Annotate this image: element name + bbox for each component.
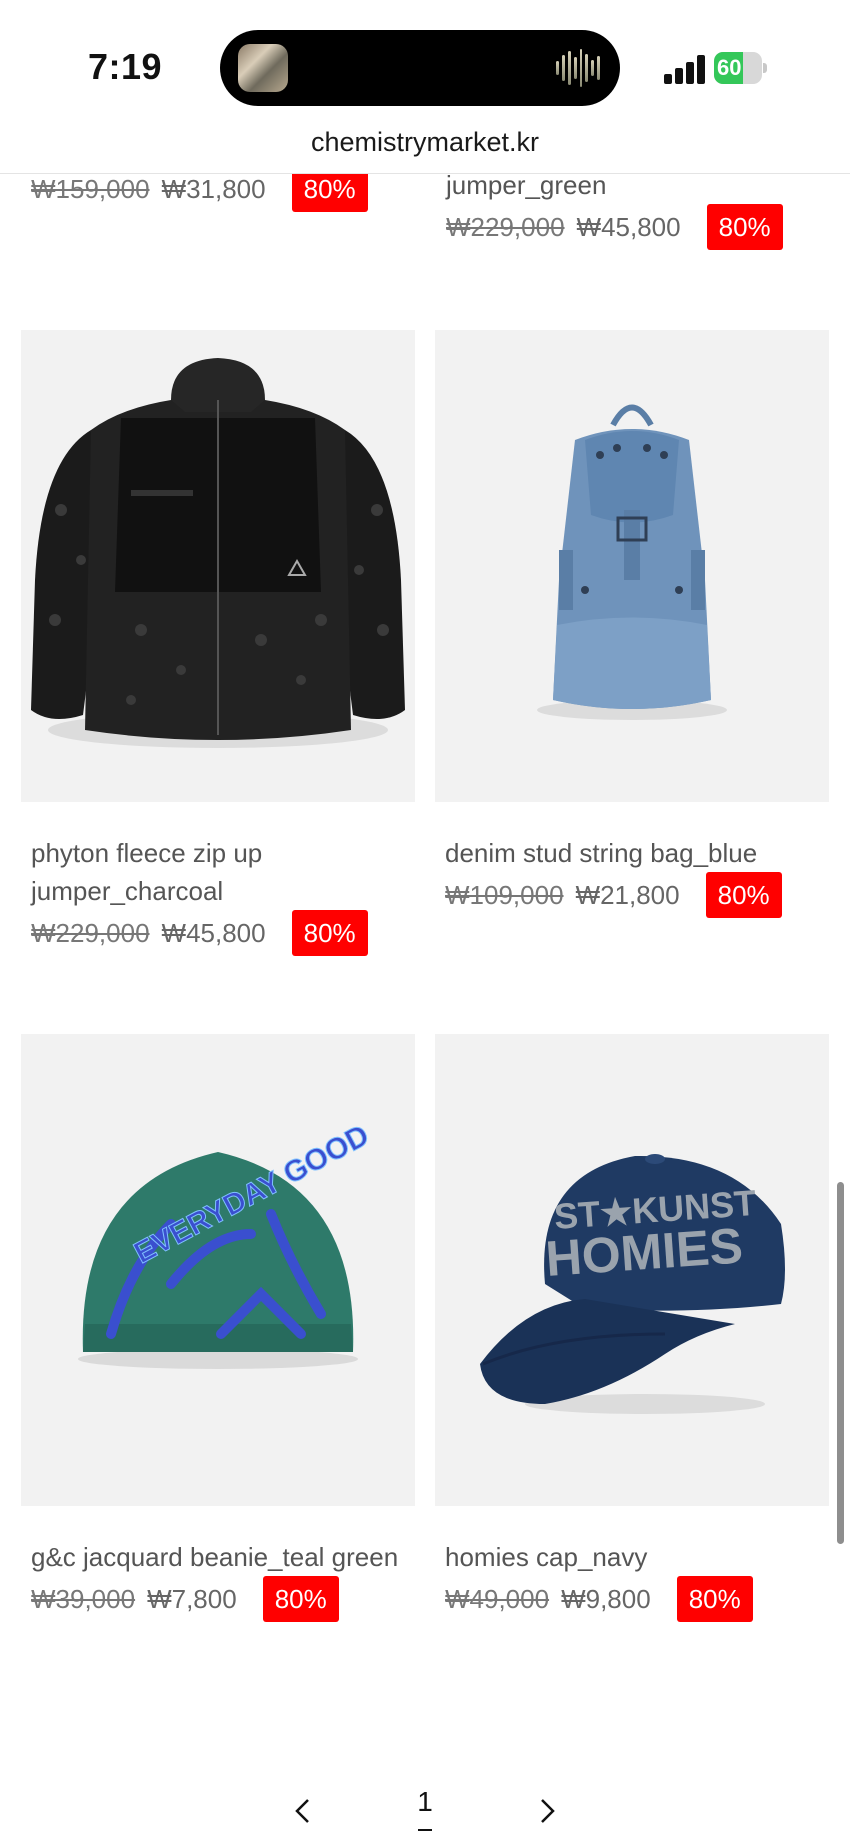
original-price: ₩229,000 bbox=[446, 211, 565, 242]
original-price: ₩229,000 bbox=[31, 917, 150, 948]
baseball-cap-icon: ST★KUNST HOMIES bbox=[480, 1154, 785, 1414]
product-card[interactable]: EVERYDAY GOOD g&c jacquard beanie_teal g… bbox=[21, 1034, 415, 1622]
product-image[interactable] bbox=[435, 330, 829, 802]
product-name[interactable]: homies cap_navy bbox=[435, 1538, 829, 1576]
product-card[interactable]: denim stud string bag_blue ₩109,000 ₩21,… bbox=[435, 330, 829, 918]
scrollbar[interactable] bbox=[837, 1182, 844, 1544]
sale-price: ₩45,800 bbox=[161, 917, 266, 948]
partial-product-right[interactable]: jumper_green ₩229,000 ₩45,800 80% bbox=[436, 166, 783, 250]
discount-badge: 80% bbox=[676, 1576, 753, 1622]
sale-price: ₩9,800 bbox=[561, 1583, 651, 1614]
current-page-indicator bbox=[418, 1829, 432, 1831]
price-row: ₩229,000 ₩45,800 80% bbox=[21, 910, 415, 956]
fleece-jacket-icon bbox=[31, 358, 405, 748]
original-price: ₩159,000 bbox=[31, 173, 150, 204]
product-card[interactable]: phyton fleece zip up jumper_charcoal ₩22… bbox=[21, 330, 415, 956]
sale-price: ₩45,800 bbox=[576, 211, 681, 242]
product-image[interactable]: ST★KUNST HOMIES bbox=[435, 1034, 829, 1506]
page-number-current[interactable]: 1 bbox=[410, 1786, 440, 1818]
sale-price: ₩31,800 bbox=[161, 173, 266, 204]
denim-backpack-icon bbox=[537, 404, 727, 720]
discount-badge: 80% bbox=[291, 910, 368, 956]
original-price: ₩109,000 bbox=[445, 879, 564, 910]
price-row: ₩49,000 ₩9,800 80% bbox=[435, 1576, 829, 1622]
chevron-left-icon[interactable] bbox=[288, 1796, 318, 1826]
sale-price: ₩21,800 bbox=[575, 879, 680, 910]
discount-badge: 80% bbox=[706, 204, 783, 250]
discount-badge: 80% bbox=[262, 1576, 339, 1622]
sale-price: ₩7,800 bbox=[147, 1583, 237, 1614]
beanie-icon: EVERYDAY GOOD bbox=[78, 1118, 375, 1369]
price-row: ₩229,000 ₩45,800 80% bbox=[436, 204, 783, 250]
product-image[interactable] bbox=[21, 330, 415, 802]
address-bar[interactable]: chemistrymarket.kr bbox=[0, 120, 850, 174]
product-grid: ₩159,000 ₩31,800 80% jumper_green ₩229,0… bbox=[0, 0, 850, 1848]
product-card[interactable]: ST★KUNST HOMIES homies cap_navy ₩49,000 … bbox=[435, 1034, 829, 1622]
discount-badge: 80% bbox=[705, 872, 782, 918]
original-price: ₩39,000 bbox=[31, 1583, 136, 1614]
product-name[interactable]: phyton fleece zip up jumper_charcoal bbox=[21, 834, 415, 910]
product-name[interactable]: denim stud string bag_blue bbox=[435, 834, 829, 872]
product-image[interactable]: EVERYDAY GOOD bbox=[21, 1034, 415, 1506]
original-price: ₩49,000 bbox=[445, 1583, 550, 1614]
price-row: ₩39,000 ₩7,800 80% bbox=[21, 1576, 415, 1622]
chevron-right-icon[interactable] bbox=[532, 1796, 562, 1826]
price-row: ₩109,000 ₩21,800 80% bbox=[435, 872, 829, 918]
product-name[interactable]: g&c jacquard beanie_teal green bbox=[21, 1538, 415, 1576]
pagination: 1 bbox=[0, 1782, 850, 1842]
